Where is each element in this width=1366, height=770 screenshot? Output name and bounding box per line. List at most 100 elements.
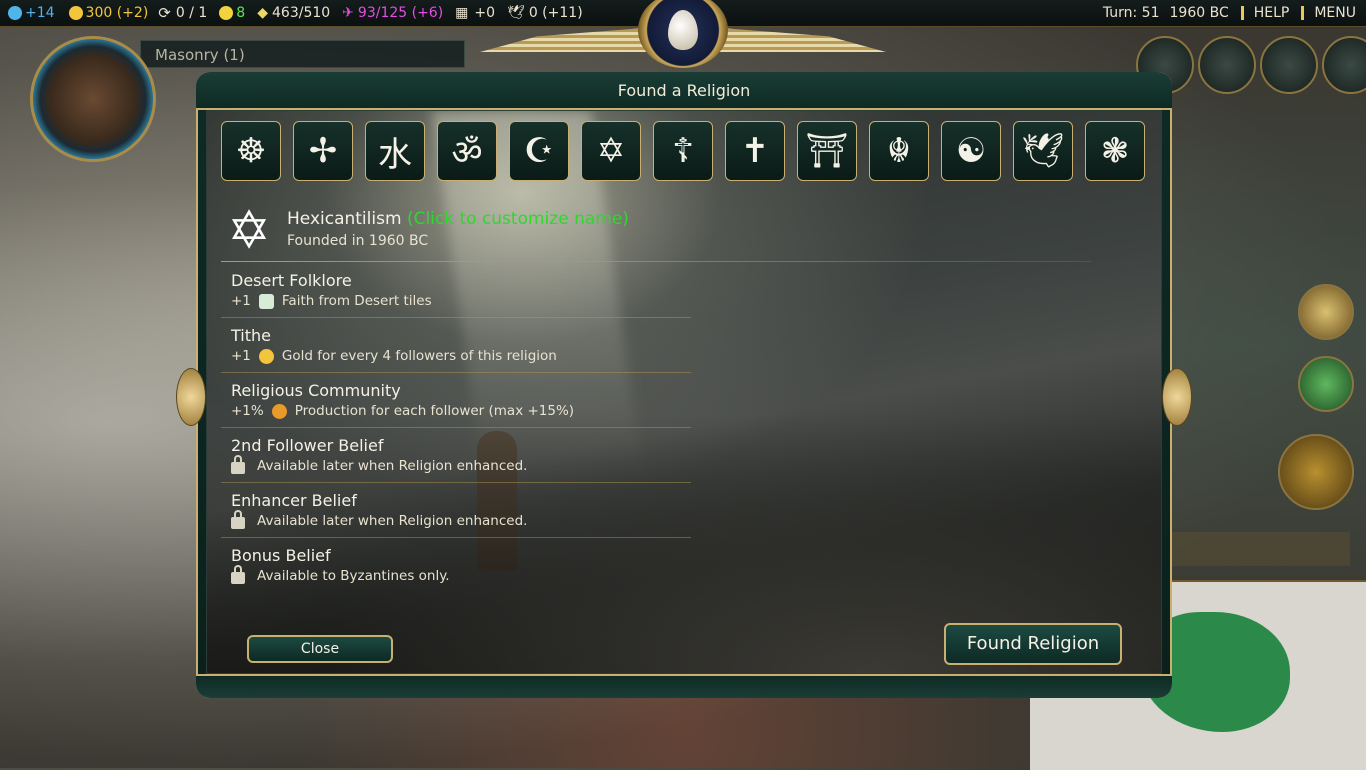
gold-stat[interactable]: 300 (+2) [68, 5, 149, 21]
faith-icon [258, 293, 274, 309]
religion-icon-orthodoxy[interactable]: ☦ [653, 121, 713, 181]
gold-value: 300 (+2) [85, 5, 149, 21]
dialog-content: ☸ ✢ 水 ॐ ☪ ✡ ☦ ✝ ⛩ ☬ ☯ 🕊 ❃ ✡ Hexicantilis… [206, 110, 1162, 674]
belief-name: Bonus Belief [231, 546, 331, 565]
belief-description: Available later when Religion enhanced. [231, 455, 691, 474]
belief-name: Enhancer Belief [231, 491, 357, 510]
found-religion-button[interactable]: Found Religion [944, 623, 1122, 665]
religion-icon-judaism[interactable]: ✡ [581, 121, 641, 181]
current-research-label: Masonry (1) [155, 46, 245, 64]
faith-notification-icon[interactable] [1278, 434, 1354, 510]
belief-text: Available to Byzantines only. [257, 568, 450, 584]
religion-icon-tengriism[interactable]: 🕊 [1013, 121, 1073, 181]
belief-text: Gold for every 4 followers of this relig… [281, 348, 557, 364]
social-policy-icon[interactable] [1260, 36, 1318, 94]
belief-pantheon[interactable]: Desert Folklore +1 Faith from Desert til… [221, 263, 691, 318]
religion-icon-confucianism[interactable]: 水 [365, 121, 425, 181]
help-button[interactable]: HELP [1254, 5, 1290, 21]
religion-medallion [638, 0, 728, 68]
current-research-bar[interactable]: Masonry (1) [140, 40, 465, 68]
religion-icon-protestantism[interactable]: ✝ [725, 121, 785, 181]
dialog-bottom-bar [196, 674, 1172, 698]
belief-description: +1 Faith from Desert tiles [231, 293, 691, 309]
header-divider [221, 261, 1091, 262]
culture-notification-icon[interactable] [1298, 356, 1354, 412]
happiness-icon [219, 6, 234, 20]
lock-icon [231, 455, 245, 474]
tourism-value: 93/125 (+6) [357, 5, 444, 21]
great-works-icon: ▦ [455, 5, 469, 21]
religion-icon-christianity-cross[interactable]: ✢ [293, 121, 353, 181]
belief-value: +1 [231, 293, 251, 309]
customize-name-link[interactable]: (Click to customize name) [407, 209, 629, 229]
selected-religion-icon: ✡ [227, 201, 271, 261]
belief-bonus: Bonus Belief Available to Byzantines onl… [221, 538, 691, 593]
gold-icon [258, 348, 274, 364]
religion-icon-row: ☸ ✢ 水 ॐ ☪ ✡ ☦ ✝ ⛩ ☬ ☯ 🕊 ❃ [221, 121, 1157, 181]
great-person-icon[interactable] [1298, 284, 1354, 340]
science-value: +14 [25, 5, 55, 21]
menu-button[interactable]: MENU [1314, 5, 1356, 21]
faith-drop-icon [668, 10, 698, 50]
founded-date: Founded in 1960 BC [287, 233, 429, 249]
religion-name-row[interactable]: Hexicantilism (Click to customize name) [287, 209, 629, 229]
belief-name: Desert Folklore [231, 271, 352, 290]
religion-icon-zoroastrianism[interactable]: ❃ [1085, 121, 1145, 181]
religion-icon-islam[interactable]: ☪ [509, 121, 569, 181]
belief-name: Tithe [231, 326, 271, 345]
turn-info: Turn: 51 1960 BC HELP MENU [1103, 0, 1366, 26]
tech-tree-button[interactable] [30, 36, 156, 162]
belief-description: Available later when Religion enhanced. [231, 510, 691, 529]
turn-label: Turn: 51 [1102, 5, 1160, 21]
belief-text: Available later when Religion enhanced. [257, 513, 528, 529]
belief-text: Available later when Religion enhanced. [257, 458, 528, 474]
belief-text: Production for each follower (max +15%) [294, 403, 575, 419]
religion-icon-buddhism[interactable]: ☸ [221, 121, 281, 181]
belief-description: Available to Byzantines only. [231, 565, 691, 584]
separator [1240, 6, 1244, 20]
science-stat[interactable]: +14 [8, 5, 55, 21]
left-ornament-knob [176, 368, 206, 426]
science-icon [8, 6, 22, 20]
religion-icon-sikhism[interactable]: ☬ [869, 121, 929, 181]
notification-banner [1160, 532, 1350, 566]
diplomacy-icon[interactable] [1198, 36, 1256, 94]
religion-icon-shinto[interactable]: ⛩ [797, 121, 857, 181]
production-icon [271, 403, 287, 419]
separator [1301, 6, 1305, 20]
belief-list: Desert Folklore +1 Faith from Desert til… [221, 263, 691, 593]
belief-description: +1% Production for each follower (max +1… [231, 403, 691, 419]
belief-value: +1% [231, 403, 264, 419]
tourism-icon: ✈ [342, 5, 354, 21]
gold-icon [68, 6, 83, 20]
trade-value: 0 / 1 [175, 5, 208, 21]
happiness-stat[interactable]: 8 [219, 5, 245, 21]
happiness-value: 8 [236, 5, 246, 21]
belief-founder[interactable]: Tithe +1 Gold for every 4 followers of t… [221, 318, 691, 373]
belief-description: +1 Gold for every 4 followers of this re… [231, 348, 691, 364]
belief-value: +1 [231, 348, 251, 364]
dialog-top-ornament [480, 0, 886, 68]
belief-name: 2nd Follower Belief [231, 436, 384, 455]
belief-text: Faith from Desert tiles [281, 293, 432, 309]
dialog-title: Found a Religion [196, 72, 1172, 110]
close-button[interactable]: Close [247, 635, 393, 663]
found-religion-dialog: Found a Religion ☸ ✢ 水 ॐ ☪ ✡ ☦ ✝ ⛩ ☬ ☯ 🕊… [176, 72, 1192, 698]
lock-icon [231, 510, 245, 529]
culture-stat[interactable]: ◆ 463/510 [257, 5, 330, 21]
year-label: 1960 BC [1169, 5, 1229, 21]
lock-icon [231, 565, 245, 584]
belief-enhancer: Enhancer Belief Available later when Rel… [221, 483, 691, 538]
religion-header: ✡ Hexicantilism (Click to customize name… [221, 203, 1091, 263]
belief-name: Religious Community [231, 381, 401, 400]
right-ornament-knob [1162, 368, 1192, 426]
belief-follower[interactable]: Religious Community +1% Production for e… [221, 373, 691, 428]
religion-icon-taoism[interactable]: ☯ [941, 121, 1001, 181]
religion-name: Hexicantilism [287, 209, 402, 229]
culture-value: 463/510 [272, 5, 331, 21]
trade-stat[interactable]: ⟳ 0 / 1 [158, 4, 207, 22]
world-congress-icon[interactable] [1322, 36, 1366, 94]
trade-route-icon: ⟳ [158, 4, 171, 22]
religion-icon-hinduism[interactable]: ॐ [437, 121, 497, 181]
tourism-stat[interactable]: ✈ 93/125 (+6) [342, 5, 443, 21]
